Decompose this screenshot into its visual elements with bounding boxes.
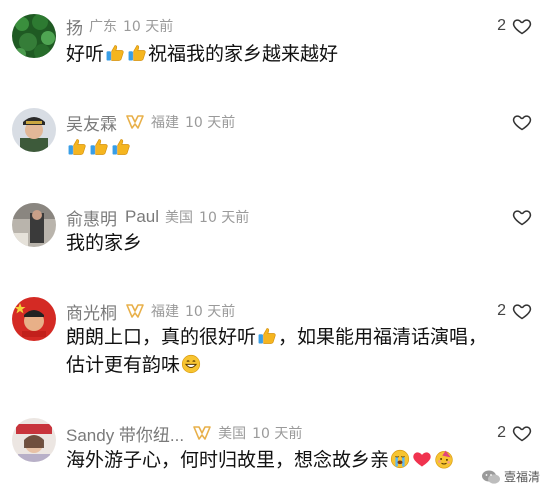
location-label: 广东 bbox=[89, 19, 117, 35]
like-button[interactable] bbox=[512, 110, 532, 134]
username-english[interactable]: Paul bbox=[125, 207, 159, 227]
grinning-emoji-icon bbox=[181, 354, 201, 374]
comment-text: 朗朗上口，真的很好听 ，如果能用福清话演唱， 估计更有韵味 bbox=[66, 326, 488, 376]
timestamp: 10 天前 bbox=[123, 19, 174, 35]
watermark-label: 壹福清 bbox=[503, 470, 540, 484]
party-face-emoji-icon bbox=[434, 449, 454, 469]
watermark: 壹福清 bbox=[481, 468, 540, 485]
thumbs-up-emoji-icon bbox=[257, 326, 277, 346]
timestamp: 10 天前 bbox=[185, 304, 236, 320]
like-button[interactable]: 2 bbox=[497, 421, 532, 445]
like-count: 2 bbox=[497, 424, 506, 441]
wechat-icon bbox=[481, 470, 500, 484]
comment-text bbox=[66, 134, 132, 162]
heart-outline-icon[interactable] bbox=[512, 301, 532, 321]
like-count: 2 bbox=[497, 302, 506, 319]
like-button[interactable] bbox=[512, 205, 532, 229]
member-badge-icon bbox=[125, 303, 145, 319]
location-label: 美国 bbox=[165, 210, 194, 226]
username[interactable]: 俞惠明 bbox=[66, 205, 117, 230]
username[interactable]: 商光桐 bbox=[66, 299, 117, 324]
like-button[interactable]: 2 bbox=[497, 299, 532, 323]
timestamp: 10 天前 bbox=[199, 210, 250, 226]
thumbs-up-emoji-icon bbox=[89, 137, 109, 157]
avatar[interactable] bbox=[12, 203, 56, 247]
comment-text: 海外游子心，何时归故里，想念故乡亲 bbox=[66, 446, 455, 474]
location-label: 福建 bbox=[151, 115, 179, 131]
username[interactable]: 扬 bbox=[66, 14, 83, 39]
avatar[interactable] bbox=[12, 297, 56, 341]
username[interactable]: Sandy 带你纽... bbox=[66, 421, 184, 446]
red-heart-emoji-icon bbox=[412, 449, 432, 469]
thumbs-up-emoji-icon bbox=[111, 137, 131, 157]
member-badge-icon bbox=[192, 425, 212, 441]
avatar[interactable] bbox=[12, 418, 56, 462]
username[interactable]: 吴友霖 bbox=[66, 110, 117, 135]
avatar[interactable] bbox=[12, 14, 56, 58]
comment-text: 好听 祝福我的家乡越来越好 bbox=[66, 43, 339, 65]
location-label: 福建 bbox=[151, 304, 179, 320]
heart-outline-icon[interactable] bbox=[512, 207, 532, 227]
member-badge-icon bbox=[125, 114, 145, 130]
thumbs-up-emoji-icon bbox=[127, 43, 147, 63]
crying-emoji-icon bbox=[390, 449, 410, 469]
heart-outline-icon[interactable] bbox=[512, 423, 532, 443]
location-label: 美国 bbox=[218, 426, 247, 442]
like-button[interactable]: 2 bbox=[497, 14, 532, 38]
like-count: 2 bbox=[497, 17, 506, 34]
heart-outline-icon[interactable] bbox=[512, 16, 532, 36]
avatar[interactable] bbox=[12, 108, 56, 152]
heart-outline-icon[interactable] bbox=[512, 112, 532, 132]
comment-text: 我的家乡 bbox=[66, 232, 143, 254]
timestamp: 10 天前 bbox=[185, 115, 236, 131]
thumbs-up-emoji-icon bbox=[105, 43, 125, 63]
timestamp: 10 天前 bbox=[252, 426, 303, 442]
thumbs-up-emoji-icon bbox=[67, 137, 87, 157]
